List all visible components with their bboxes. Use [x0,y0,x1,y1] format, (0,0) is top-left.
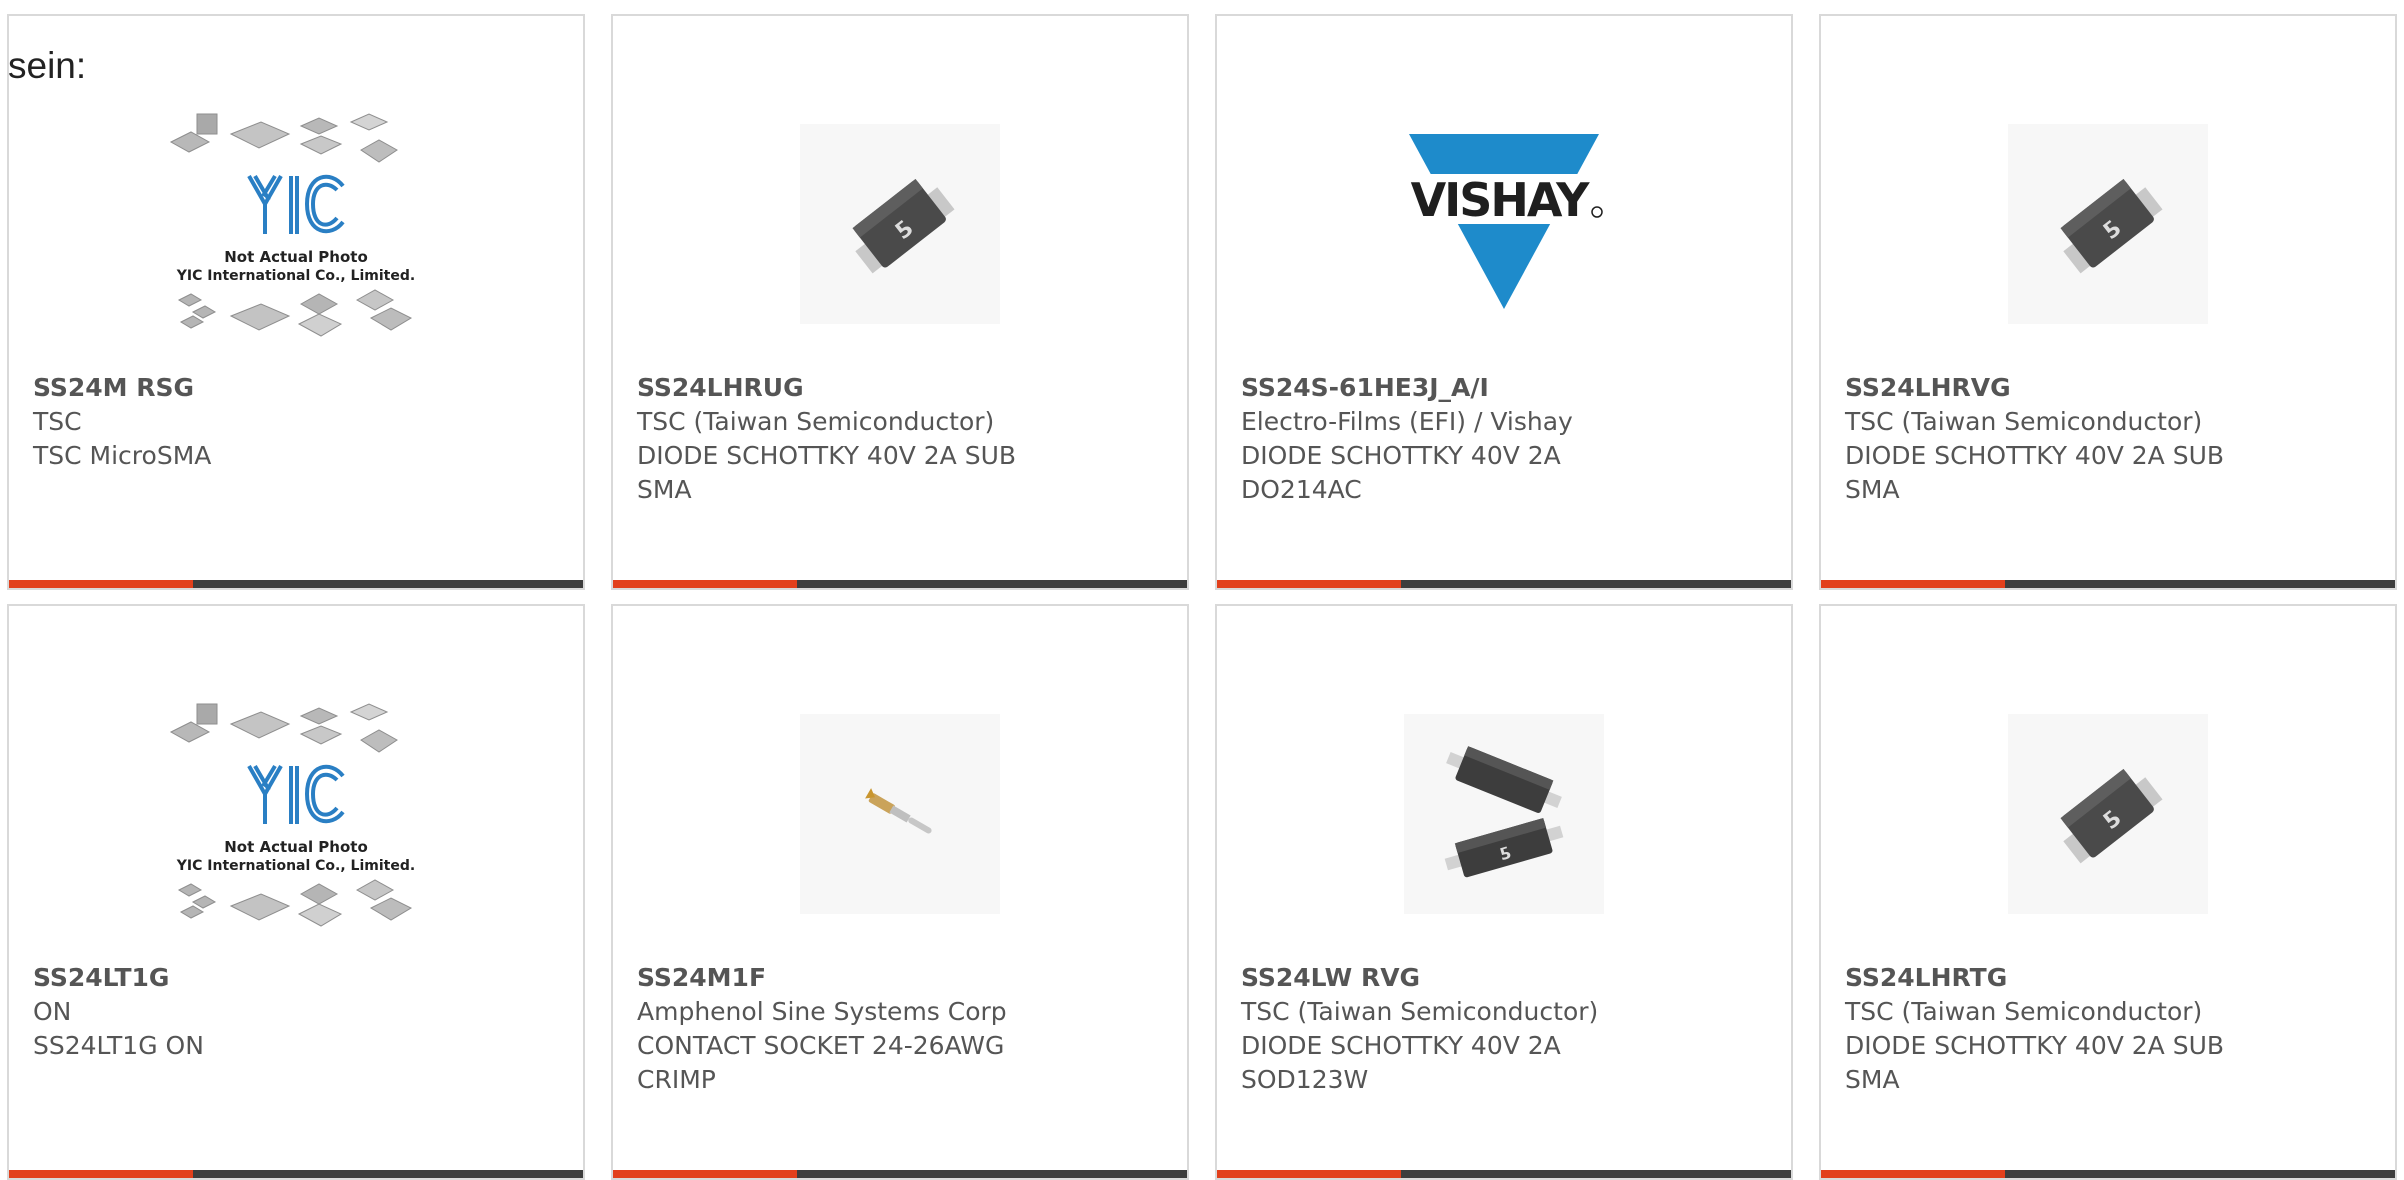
card-accent-bar [1821,1170,2395,1178]
manufacturer: TSC (Taiwan Semiconductor) [1845,407,2203,436]
card-accent-bar [1217,1170,1791,1178]
manufacturer: Amphenol Sine Systems Corp [637,997,1007,1026]
vishay-logo-icon: VISHAY [1217,84,1791,364]
product-card[interactable]: Not Actual Photo YIC International Co., … [7,14,585,590]
product-card[interactable]: VISHAY SS24S-61HE3J_A/I Electro-Films (E… [1215,14,1793,590]
crimp-contact-icon [613,674,1187,954]
description: CONTACT SOCKET 24-26AWG [637,1031,1005,1060]
product-card[interactable]: ƽ SS24LHRTG TSC (Taiwan Semiconductor) D… [1819,604,2397,1180]
description-2: CRIMP [637,1065,716,1094]
description-2: SMA [1845,1065,1900,1094]
placeholder-caption-1: Not Actual Photo [224,838,368,856]
smd-diode-icon: ƽ [1821,674,2395,954]
description-2: SMA [1845,475,1900,504]
product-card[interactable]: ƽ SS24LHRVG TSC (Taiwan Semiconductor) D… [1819,14,2397,590]
manufacturer: TSC (Taiwan Semiconductor) [1241,997,1599,1026]
description: SS24LT1G ON [33,1031,204,1060]
part-number[interactable]: SS24LHRUG [637,371,1167,405]
description: DIODE SCHOTTKY 40V 2A [1241,1031,1561,1060]
placeholder-caption-2: YIC International Co., Limited. [176,268,415,284]
placeholder-caption-2: YIC International Co., Limited. [176,858,415,874]
part-number[interactable]: SS24LT1G [33,961,563,995]
card-accent-bar [1217,580,1791,588]
manufacturer: TSC [33,407,82,436]
manufacturer: TSC (Taiwan Semiconductor) [637,407,995,436]
description: DIODE SCHOTTKY 40V 2A SUB [1845,441,2225,470]
description: TSC MicroSMA [33,441,212,470]
placeholder-caption-1: Not Actual Photo [224,248,368,266]
yic-placeholder-icon: Not Actual Photo YIC International Co., … [9,84,583,364]
dual-smd-diode-icon: ƽ [1217,674,1791,954]
yic-placeholder-icon: Not Actual Photo YIC International Co., … [9,674,583,954]
manufacturer: TSC (Taiwan Semiconductor) [1845,997,2203,1026]
description: DIODE SCHOTTKY 40V 2A SUB [1845,1031,2225,1060]
smd-diode-icon: ƽ [613,84,1187,364]
product-card[interactable]: ƽ SS24LW RVG TSC (Taiwan Semiconductor) … [1215,604,1793,1180]
part-number[interactable]: SS24S-61HE3J_A/I [1241,371,1771,405]
card-accent-bar [613,580,1187,588]
part-number[interactable]: SS24M RSG [33,371,563,405]
part-number[interactable]: SS24M1F [637,961,1167,995]
product-card[interactable]: ƽ SS24LHRUG TSC (Taiwan Semiconductor) D… [611,14,1189,590]
part-number[interactable]: SS24LHRVG [1845,371,2375,405]
card-accent-bar [9,1170,583,1178]
description-2: DO214AC [1241,475,1362,504]
part-number[interactable]: SS24LW RVG [1241,961,1771,995]
description: DIODE SCHOTTKY 40V 2A SUB [637,441,1017,470]
manufacturer: Electro-Films (EFI) / Vishay [1241,407,1573,436]
card-accent-bar [1821,580,2395,588]
manufacturer: ON [33,997,72,1026]
card-accent-bar [613,1170,1187,1178]
card-accent-bar [9,580,583,588]
vishay-logo-text: VISHAY [1411,173,1591,227]
product-card[interactable]: SS24M1F Amphenol Sine Systems Corp CONTA… [611,604,1189,1180]
product-card[interactable]: Not Actual Photo YIC International Co., … [7,604,585,1180]
part-number[interactable]: SS24LHRTG [1845,961,2375,995]
smd-diode-icon: ƽ [1821,84,2395,364]
description: DIODE SCHOTTKY 40V 2A [1241,441,1561,470]
description-2: SOD123W [1241,1065,1369,1094]
intro-text: sein: [8,45,87,86]
description-2: SMA [637,475,692,504]
